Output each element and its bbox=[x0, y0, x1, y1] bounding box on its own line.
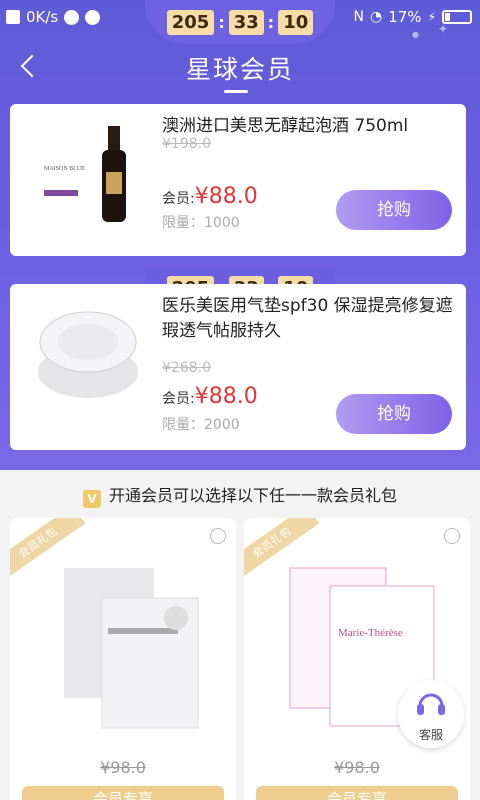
title-underline bbox=[224, 90, 248, 93]
gift-package-card[interactable]: 会员礼包 Marie-Thérèse ¥98.0 会员专享 bbox=[244, 518, 470, 800]
dressing-package-image bbox=[64, 568, 199, 729]
buy-button[interactable]: 抢购 bbox=[336, 394, 452, 434]
select-radio[interactable] bbox=[444, 528, 460, 544]
member-price: 会员:¥88.0 bbox=[162, 184, 258, 209]
original-price: ¥98.0 bbox=[100, 758, 146, 777]
price-value: ¥88.0 bbox=[194, 384, 258, 409]
timer-seconds: 10 bbox=[278, 9, 314, 35]
limit-quantity: 限量：1000 bbox=[162, 215, 240, 231]
gift-package-card[interactable]: 会员礼包 ¥98.0 会员专享 bbox=[10, 518, 236, 800]
brand-label: Marie-Thérèse bbox=[338, 627, 403, 639]
cushion-compact-image bbox=[26, 302, 151, 412]
membership-info-text: 开通会员可以选择以下任一一款会员礼包 bbox=[108, 486, 397, 505]
product-title: 医乐美医用气垫spf30 保湿提亮修复遮瑕透气帖服持久 bbox=[162, 296, 453, 341]
price-label: 会员: bbox=[162, 191, 195, 207]
timer-hours: 205 bbox=[166, 9, 215, 35]
product-card[interactable]: MAISON BLUE 澳洲进口美思无醇起泡酒 750ml ¥198.0 会员:… bbox=[10, 104, 466, 256]
select-radio[interactable] bbox=[210, 528, 226, 544]
countdown-timer: 205 : 33 : 10 bbox=[145, 0, 335, 44]
timer-minutes: 33 bbox=[228, 9, 264, 35]
member-exclusive-button[interactable]: 会员专享 bbox=[256, 786, 458, 800]
nfc-icon: N bbox=[353, 9, 364, 25]
charging-icon: ⚡ bbox=[427, 10, 436, 24]
membership-info: V 开通会员可以选择以下任一一款会员礼包 bbox=[0, 482, 480, 508]
wine-bottle-image: MAISON BLUE bbox=[26, 120, 151, 230]
customer-service-label: 客服 bbox=[418, 728, 443, 742]
original-price: ¥98.0 bbox=[334, 758, 380, 777]
original-price: ¥198.0 bbox=[162, 136, 211, 152]
product-card[interactable]: 医乐美医用气垫spf30 保湿提亮修复遮瑕透气帖服持久 ¥268.0 会员:¥8… bbox=[10, 284, 466, 450]
vip-icon: V bbox=[82, 490, 101, 508]
limit-quantity: 限量：2000 bbox=[162, 417, 240, 433]
timer-separator: : bbox=[267, 12, 275, 32]
wifi-icon: ◔ bbox=[370, 9, 383, 25]
member-exclusive-button[interactable]: 会员专享 bbox=[22, 786, 224, 800]
brand-label: MAISON BLUE bbox=[44, 166, 85, 172]
member-price: 会员:¥88.0 bbox=[162, 384, 258, 409]
product-title: 澳洲进口美思无醇起泡酒 750ml bbox=[162, 116, 409, 136]
nav-bar: 星球会员 bbox=[0, 40, 480, 96]
timer-separator: : bbox=[218, 12, 225, 32]
page-title: 星球会员 bbox=[185, 55, 294, 84]
customer-service-button[interactable]: 客服 bbox=[398, 680, 464, 748]
price-label: 会员: bbox=[162, 391, 195, 407]
battery-percent: 17% bbox=[388, 8, 422, 26]
original-price: ¥268.0 bbox=[162, 360, 211, 376]
buy-button[interactable]: 抢购 bbox=[336, 190, 452, 230]
price-value: ¥88.0 bbox=[194, 184, 258, 209]
battery-icon bbox=[442, 10, 472, 24]
headset-icon bbox=[417, 693, 445, 715]
